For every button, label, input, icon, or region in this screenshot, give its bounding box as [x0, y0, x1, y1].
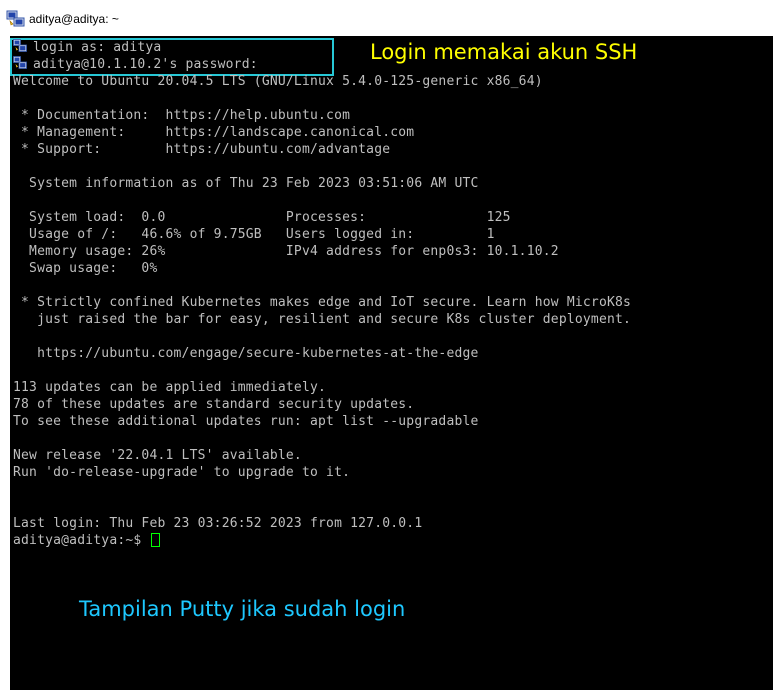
window-title: aditya@aditya: ~ — [29, 12, 119, 26]
login-ssh-caption: Login memakai akun SSH — [370, 40, 638, 64]
terminal-line: login as: aditya — [13, 39, 161, 56]
terminal-line: aditya@10.1.10.2's password: — [13, 56, 258, 73]
terminal-line-text: New release '22.04.1 LTS' available. — [13, 448, 302, 463]
terminal-line: * Documentation: https://help.ubuntu.com — [13, 107, 350, 124]
putty-icon — [13, 56, 27, 69]
terminal-line-text: * Strictly confined Kubernetes makes edg… — [13, 295, 632, 310]
terminal-line-text: Memory usage: 26% IPv4 address for enp0s… — [13, 244, 559, 259]
terminal-line-text: Welcome to Ubuntu 20.04.5 LTS (GNU/Linux… — [13, 74, 543, 89]
terminal-line-text: To see these additional updates run: apt… — [13, 414, 479, 429]
terminal-cursor[interactable] — [151, 533, 161, 547]
terminal-line: * Strictly confined Kubernetes makes edg… — [13, 294, 631, 311]
terminal-line-text: Last login: Thu Feb 23 03:26:52 2023 fro… — [13, 516, 423, 531]
putty-icon — [13, 39, 27, 52]
terminal-line: 113 updates can be applied immediately. — [13, 379, 326, 396]
terminal-line: Last login: Thu Feb 23 03:26:52 2023 fro… — [13, 515, 422, 532]
terminal-line-text: * Support: https://ubuntu.com/advantage — [13, 142, 391, 157]
terminal-line-text: * Management: https://landscape.canonica… — [13, 125, 415, 140]
terminal-line: New release '22.04.1 LTS' available. — [13, 447, 302, 464]
terminal-line: Memory usage: 26% IPv4 address for enp0s… — [13, 243, 559, 260]
terminal-line: Swap usage: 0% — [13, 260, 157, 277]
putty-logged-in-caption: Tampilan Putty jika sudah login — [79, 597, 406, 621]
terminal-line-text: aditya@10.1.10.2's password: — [33, 57, 258, 72]
terminal-line: aditya@aditya:~$ — [13, 532, 161, 549]
terminal-line-text: Run 'do-release-upgrade' to upgrade to i… — [13, 465, 351, 480]
terminal-line-text: 113 updates can be applied immediately. — [13, 380, 327, 395]
terminal-line-text: 78 of these updates are standard securit… — [13, 397, 415, 412]
terminal-line-text: System load: 0.0 Processes: 125 — [13, 210, 511, 225]
terminal-line-text: https://ubuntu.com/engage/secure-kuberne… — [13, 346, 479, 361]
terminal-line: just raised the bar for easy, resilient … — [13, 311, 631, 328]
title-bar: aditya@aditya: ~ — [0, 0, 773, 36]
terminal-line: * Support: https://ubuntu.com/advantage — [13, 141, 390, 158]
terminal-screen[interactable]: login as: aditya aditya@10.1.10.2's passw… — [10, 36, 773, 690]
terminal-line-text: System information as of Thu 23 Feb 2023… — [13, 176, 479, 191]
terminal-line-text: just raised the bar for easy, resilient … — [13, 312, 632, 327]
terminal-line-text: Swap usage: 0% — [13, 261, 158, 276]
terminal-line: To see these additional updates run: apt… — [13, 413, 479, 430]
terminal-line: 78 of these updates are standard securit… — [13, 396, 414, 413]
terminal-line-text: aditya@aditya:~$ — [13, 533, 150, 548]
terminal-line-text: login as: aditya — [33, 40, 162, 55]
terminal-line: * Management: https://landscape.canonica… — [13, 124, 414, 141]
putty-icon — [6, 10, 25, 27]
terminal-line-text: Usage of /: 46.6% of 9.75GB Users logged… — [13, 227, 495, 242]
terminal-line: Run 'do-release-upgrade' to upgrade to i… — [13, 464, 350, 481]
terminal-line: https://ubuntu.com/engage/secure-kuberne… — [13, 345, 479, 362]
terminal-line-text: * Documentation: https://help.ubuntu.com — [13, 108, 351, 123]
terminal-line: System information as of Thu 23 Feb 2023… — [13, 175, 479, 192]
terminal-line: Usage of /: 46.6% of 9.75GB Users logged… — [13, 226, 495, 243]
terminal-line: Welcome to Ubuntu 20.04.5 LTS (GNU/Linux… — [13, 73, 543, 90]
terminal-line: System load: 0.0 Processes: 125 — [13, 209, 511, 226]
